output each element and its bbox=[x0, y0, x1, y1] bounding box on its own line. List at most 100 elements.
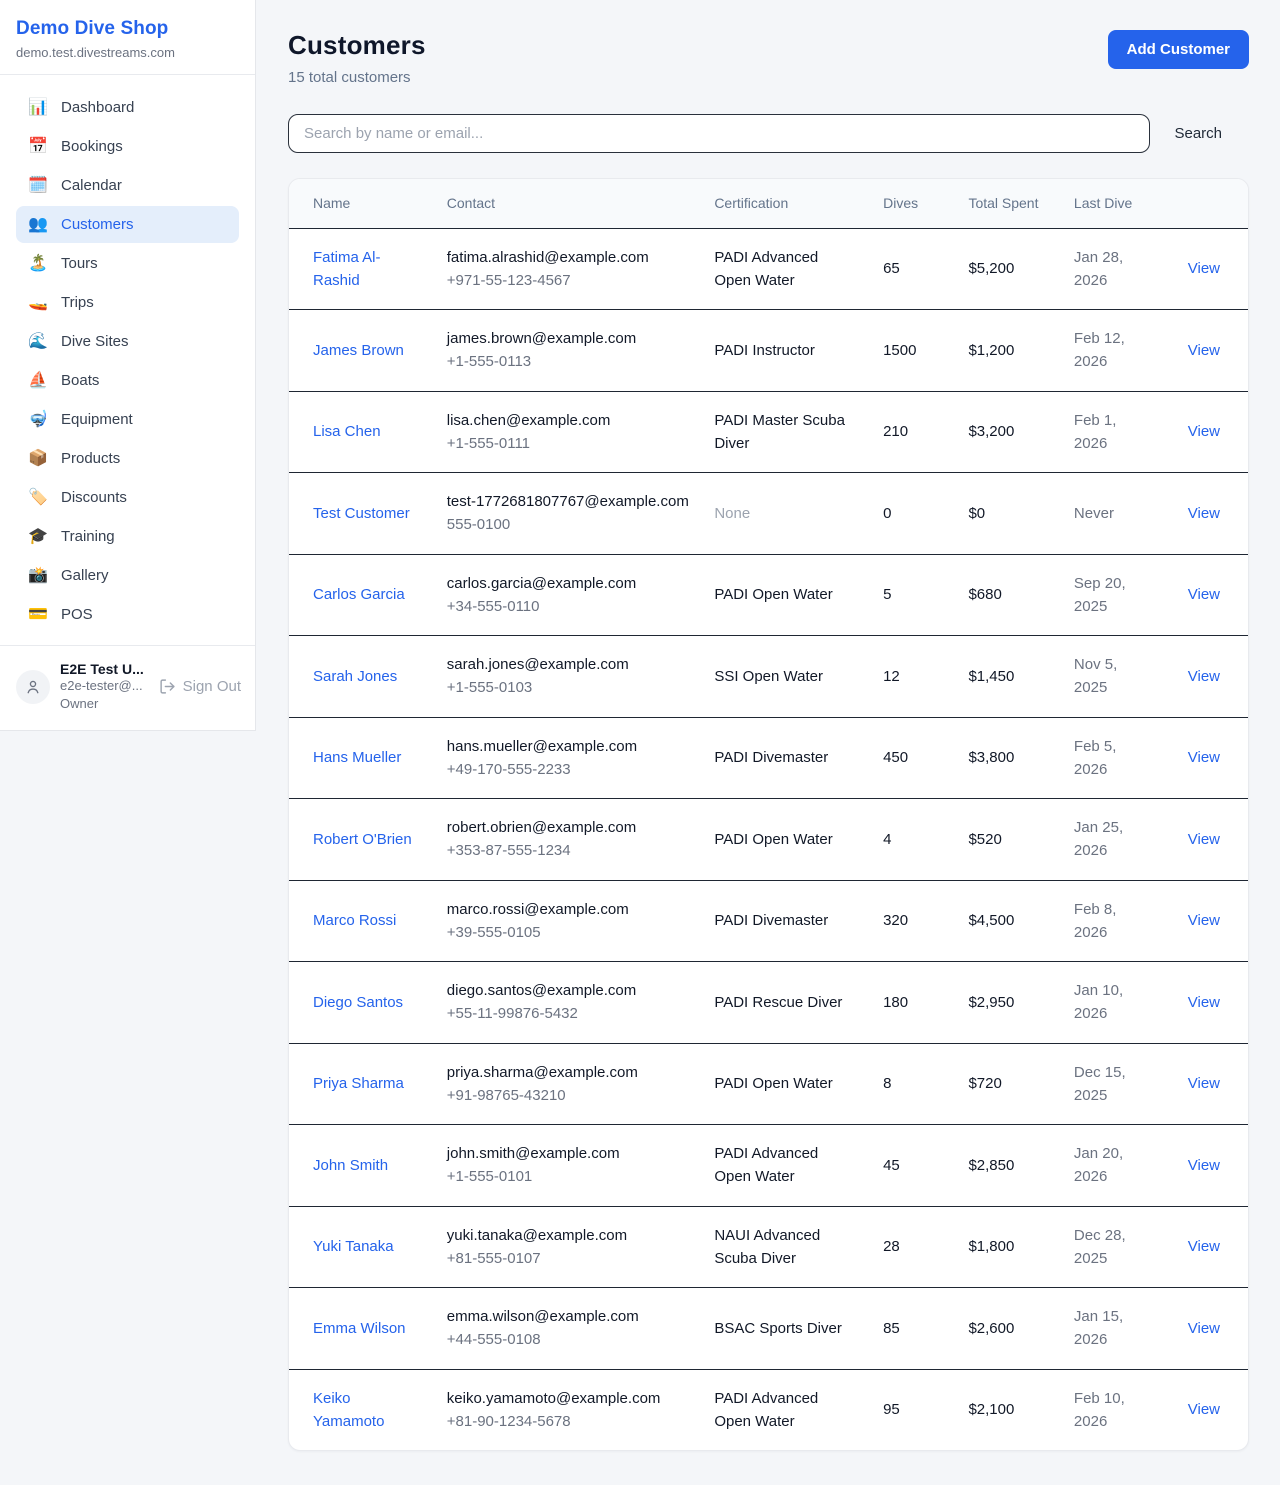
customer-name-link[interactable]: Sarah Jones bbox=[313, 668, 397, 685]
customer-certification: PADI Divemaster bbox=[702, 880, 871, 962]
customer-phone: +1-555-0111 bbox=[447, 432, 691, 455]
customer-total-spent: $5,200 bbox=[956, 228, 1061, 310]
customer-dives: 45 bbox=[871, 1125, 956, 1207]
sign-out-button[interactable]: Sign Out bbox=[159, 678, 241, 695]
customer-name-link[interactable]: Marco Rossi bbox=[313, 912, 396, 929]
customer-email: fatima.alrashid@example.com bbox=[447, 246, 691, 269]
table-row: Priya Sharmapriya.sharma@example.com+91-… bbox=[289, 1043, 1248, 1125]
customer-name-link[interactable]: Hans Mueller bbox=[313, 749, 401, 766]
customer-total-spent: $680 bbox=[956, 554, 1061, 636]
sidebar-item-dashboard[interactable]: 📊Dashboard bbox=[16, 89, 239, 126]
customer-dives: 95 bbox=[871, 1369, 956, 1450]
sidebar-item-boats[interactable]: ⛵ Boats bbox=[16, 362, 239, 399]
sidebar-item-discounts[interactable]: 🏷️Discounts bbox=[16, 479, 239, 516]
customer-email: diego.santos@example.com bbox=[447, 979, 691, 1002]
sidebar-item-equipment[interactable]: 🤿Equipment bbox=[16, 401, 239, 438]
column-header: Name bbox=[289, 179, 435, 228]
customer-phone: +81-90-1234-5678 bbox=[447, 1410, 691, 1433]
customer-name-link[interactable]: James Brown bbox=[313, 342, 404, 359]
customer-last-dive: Feb 12, 2026 bbox=[1062, 310, 1155, 392]
customer-name-link[interactable]: Test Customer bbox=[313, 505, 410, 522]
customer-dives: 5 bbox=[871, 554, 956, 636]
customer-email: priya.sharma@example.com bbox=[447, 1061, 691, 1084]
view-customer-link[interactable]: View bbox=[1188, 668, 1220, 685]
view-customer-link[interactable]: View bbox=[1188, 505, 1220, 522]
view-customer-link[interactable]: View bbox=[1188, 1075, 1220, 1092]
search-bar: Search bbox=[288, 114, 1249, 153]
sidebar-item-products[interactable]: 📦Products bbox=[16, 440, 239, 477]
view-customer-link[interactable]: View bbox=[1188, 1320, 1220, 1337]
customer-name-link[interactable]: Priya Sharma bbox=[313, 1075, 404, 1092]
sidebar-item-trips[interactable]: 🚤Trips bbox=[16, 284, 239, 321]
customer-last-dive: Dec 15, 2025 bbox=[1062, 1043, 1155, 1125]
view-customer-link[interactable]: View bbox=[1188, 342, 1220, 359]
contact-cell: test-1772681807767@example.com555-0100 bbox=[435, 473, 703, 555]
customer-name-link[interactable]: Fatima Al-Rashid bbox=[313, 249, 381, 289]
table-row: John Smithjohn.smith@example.com+1-555-0… bbox=[289, 1125, 1248, 1207]
view-customer-link[interactable]: View bbox=[1188, 1401, 1220, 1418]
view-customer-link[interactable]: View bbox=[1188, 1157, 1220, 1174]
page-title: Customers bbox=[288, 30, 426, 61]
sailboat-icon: ⛵ bbox=[28, 373, 48, 389]
sidebar-item-dive-sites[interactable]: 🌊Dive Sites bbox=[16, 323, 239, 360]
customer-name-link[interactable]: John Smith bbox=[313, 1157, 388, 1174]
customer-certification: PADI Instructor bbox=[702, 310, 871, 392]
view-customer-link[interactable]: View bbox=[1188, 912, 1220, 929]
customer-name-link[interactable]: Emma Wilson bbox=[313, 1320, 406, 1337]
view-customer-link[interactable]: View bbox=[1188, 260, 1220, 277]
customer-total-spent: $2,600 bbox=[956, 1288, 1061, 1370]
view-customer-link[interactable]: View bbox=[1188, 586, 1220, 603]
customer-certification: PADI Open Water bbox=[702, 1043, 871, 1125]
customer-certification: PADI Open Water bbox=[702, 554, 871, 636]
customer-dives: 85 bbox=[871, 1288, 956, 1370]
customer-phone: +55-11-99876-5432 bbox=[447, 1002, 691, 1025]
customer-email: robert.obrien@example.com bbox=[447, 816, 691, 839]
customer-last-dive: Nov 5, 2025 bbox=[1062, 636, 1155, 718]
view-customer-link[interactable]: View bbox=[1188, 994, 1220, 1011]
add-customer-button[interactable]: Add Customer bbox=[1108, 30, 1249, 69]
speedboat-icon: 🚤 bbox=[28, 295, 48, 311]
sidebar-item-pos[interactable]: 💳POS bbox=[16, 596, 239, 633]
customer-name-link[interactable]: Carlos Garcia bbox=[313, 586, 405, 603]
view-customer-link[interactable]: View bbox=[1188, 749, 1220, 766]
customer-name-link[interactable]: Lisa Chen bbox=[313, 423, 381, 440]
customers-table: NameContactCertificationDivesTotal Spent… bbox=[289, 179, 1248, 1450]
calendar-icon: 📅 bbox=[28, 139, 48, 155]
table-row: Diego Santos diego.santos@example.com+55-… bbox=[289, 962, 1248, 1044]
sidebar-item-customers[interactable]: 👥Customers bbox=[16, 206, 239, 243]
customer-count: 15 total customers bbox=[288, 69, 426, 86]
sidebar-item-label: Boats bbox=[61, 372, 99, 389]
customer-certification: PADI Rescue Diver bbox=[702, 962, 871, 1044]
contact-cell: carlos.garcia@example.com+34-555-0110 bbox=[435, 554, 703, 636]
search-input[interactable] bbox=[288, 114, 1150, 153]
sidebar-item-label: Gallery bbox=[61, 567, 109, 584]
view-customer-link[interactable]: View bbox=[1188, 423, 1220, 440]
sidebar-item-tours[interactable]: 🏝️Tours bbox=[16, 245, 239, 282]
customer-name-link[interactable]: Yuki Tanaka bbox=[313, 1238, 394, 1255]
wave-icon: 🌊 bbox=[28, 334, 48, 350]
customer-name-link[interactable]: Robert O'Brien bbox=[313, 831, 412, 848]
customer-email: carlos.garcia@example.com bbox=[447, 572, 691, 595]
customer-name-link[interactable]: Diego Santos bbox=[313, 994, 403, 1011]
table-row: Hans Muellerhans.mueller@example.com+49-… bbox=[289, 717, 1248, 799]
customer-last-dive: Sep 20, 2025 bbox=[1062, 554, 1155, 636]
customer-name-link[interactable]: Keiko Yamamoto bbox=[313, 1390, 384, 1430]
sidebar-item-bookings[interactable]: 📅Bookings bbox=[16, 128, 239, 165]
search-button[interactable]: Search bbox=[1150, 125, 1249, 142]
sidebar-item-gallery[interactable]: 📸Gallery bbox=[16, 557, 239, 594]
contact-cell: fatima.alrashid@example.com+971-55-123-4… bbox=[435, 228, 703, 310]
user-info: E2E Test U... e2e-tester@... Owner bbox=[60, 661, 149, 712]
view-customer-link[interactable]: View bbox=[1188, 1238, 1220, 1255]
shop-name: Demo Dive Shop bbox=[16, 18, 239, 40]
customer-last-dive: Jan 20, 2026 bbox=[1062, 1125, 1155, 1207]
sidebar-item-label: Discounts bbox=[61, 489, 127, 506]
customer-phone: +971-55-123-4567 bbox=[447, 269, 691, 292]
table-row: Test Customer test-1772681807767@example.… bbox=[289, 473, 1248, 555]
sidebar-item-training[interactable]: 🎓Training bbox=[16, 518, 239, 555]
sidebar-item-calendar[interactable]: 🗓️Calendar bbox=[16, 167, 239, 204]
package-icon: 📦 bbox=[28, 451, 48, 467]
sidebar-item-label: Training bbox=[61, 528, 115, 545]
view-customer-link[interactable]: View bbox=[1188, 831, 1220, 848]
customer-total-spent: $720 bbox=[956, 1043, 1061, 1125]
customer-email: test-1772681807767@example.com bbox=[447, 490, 691, 513]
